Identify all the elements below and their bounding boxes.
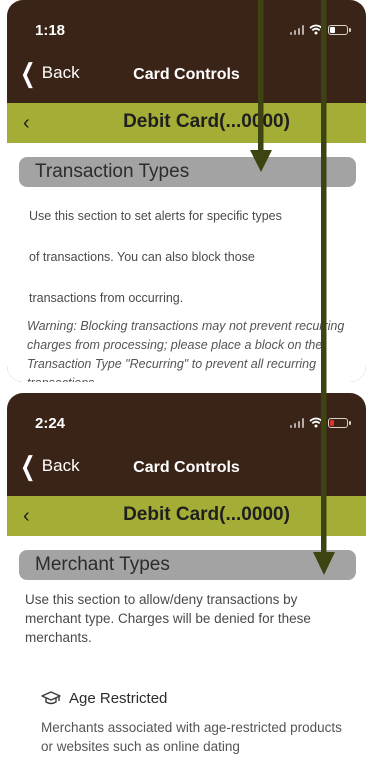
section-header: Merchant Types	[19, 550, 356, 580]
signal-icon	[289, 417, 304, 428]
navigation-bar: ❮ Back Card Controls	[7, 58, 366, 94]
battery-icon	[328, 24, 351, 35]
signal-icon	[289, 24, 304, 35]
wifi-icon	[309, 24, 323, 35]
phone-screen-merchant-types: 2:24 ❮ Back Card Controls ‹ Debit Card(.…	[7, 393, 366, 779]
section-header: Transaction Types	[19, 157, 356, 187]
page-title: Card Controls	[133, 459, 240, 476]
merchant-type-description: Merchants associated with age-restricted…	[41, 720, 342, 754]
section-description-line: Use this section to set alerts for speci…	[29, 209, 282, 223]
status-bar: 2:24	[7, 393, 366, 447]
card-selector-bar: ‹ Debit Card(...0000)	[7, 496, 366, 536]
card-label: Debit Card(...0000)	[123, 111, 290, 132]
content-area: Transaction Types Use this section to se…	[7, 143, 366, 382]
section-description-line: of transactions. You can also block thos…	[29, 250, 255, 264]
card-selector-bar: ‹ Debit Card(...0000)	[7, 103, 366, 143]
merchant-type-label: Age Restricted	[69, 690, 168, 707]
card-label: Debit Card(...0000)	[123, 504, 290, 525]
status-time: 2:24	[35, 415, 66, 432]
merchant-type-item-age-restricted[interactable]: Age Restricted	[41, 690, 167, 707]
battery-low-icon	[328, 417, 351, 428]
section-description-line: transactions from occurring.	[29, 291, 184, 305]
status-time: 1:18	[35, 22, 66, 39]
warning-text: Warning: Blocking transactions may not p…	[27, 319, 345, 382]
wifi-icon	[309, 417, 323, 428]
graduation-cap-icon	[41, 690, 61, 704]
navigation-bar: ❮ Back Card Controls	[7, 451, 366, 487]
status-indicators	[289, 24, 351, 35]
phone-screen-transaction-types: 1:18 ❮ Back Card Controls ‹ Debit Card(.…	[7, 0, 366, 382]
content-area: Merchant Types Use this section to allow…	[7, 536, 366, 779]
previous-card-button[interactable]: ‹	[23, 112, 30, 135]
section-description: Use this section to allow/deny transacti…	[25, 592, 311, 645]
status-bar: 1:18	[7, 0, 366, 54]
previous-card-button[interactable]: ‹	[23, 505, 30, 528]
page-title: Card Controls	[133, 66, 240, 83]
status-indicators	[289, 417, 351, 428]
